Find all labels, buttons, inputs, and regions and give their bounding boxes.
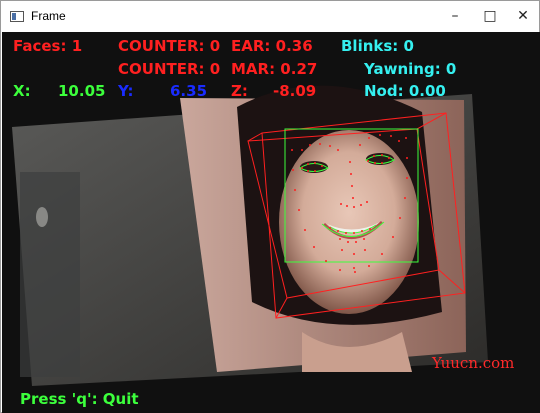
mar-value: MAR: 0.27 [231, 60, 317, 78]
camera-canvas: Faces: 1 COUNTER: 0 EAR: 0.36 Blinks: 0 … [2, 32, 540, 413]
y-label: Y: [117, 82, 134, 100]
phone-edge [20, 172, 80, 377]
blinks-count: Blinks: 0 [341, 37, 414, 55]
close-icon[interactable]: ✕ [506, 1, 540, 32]
minimize-icon[interactable]: – [438, 1, 472, 32]
maximize-icon[interactable]: □ [473, 1, 507, 32]
nod-value: Nod: 0.00 [364, 82, 446, 100]
quit-hint: Press 'q': Quit [20, 390, 139, 408]
mouth-counter: COUNTER: 0 [118, 60, 220, 78]
x-label: X: [13, 82, 31, 100]
ear-value: EAR: 0.36 [231, 37, 313, 55]
z-value: -8.09 [273, 82, 316, 100]
app-frame-icon [10, 11, 24, 22]
window-title: Frame [31, 9, 66, 23]
phone-button [36, 207, 48, 227]
watermark: Yuucn.com [431, 354, 514, 372]
faces-count: Faces: 1 [13, 37, 82, 55]
x-value: 10.05 [58, 82, 105, 100]
title-bar[interactable]: Frame – □ ✕ [1, 1, 539, 32]
z-label: Z: [231, 82, 248, 100]
y-value: 6.35 [170, 82, 207, 100]
yawning-count: Yawning: 0 [363, 60, 456, 78]
eye-counter: COUNTER: 0 [118, 37, 220, 55]
video-frame: Faces: 1 COUNTER: 0 EAR: 0.36 Blinks: 0 … [2, 32, 540, 413]
frame-window: Frame – □ ✕ Faces: 1 COUNTER: 0 EAR: 0.3… [0, 0, 540, 413]
